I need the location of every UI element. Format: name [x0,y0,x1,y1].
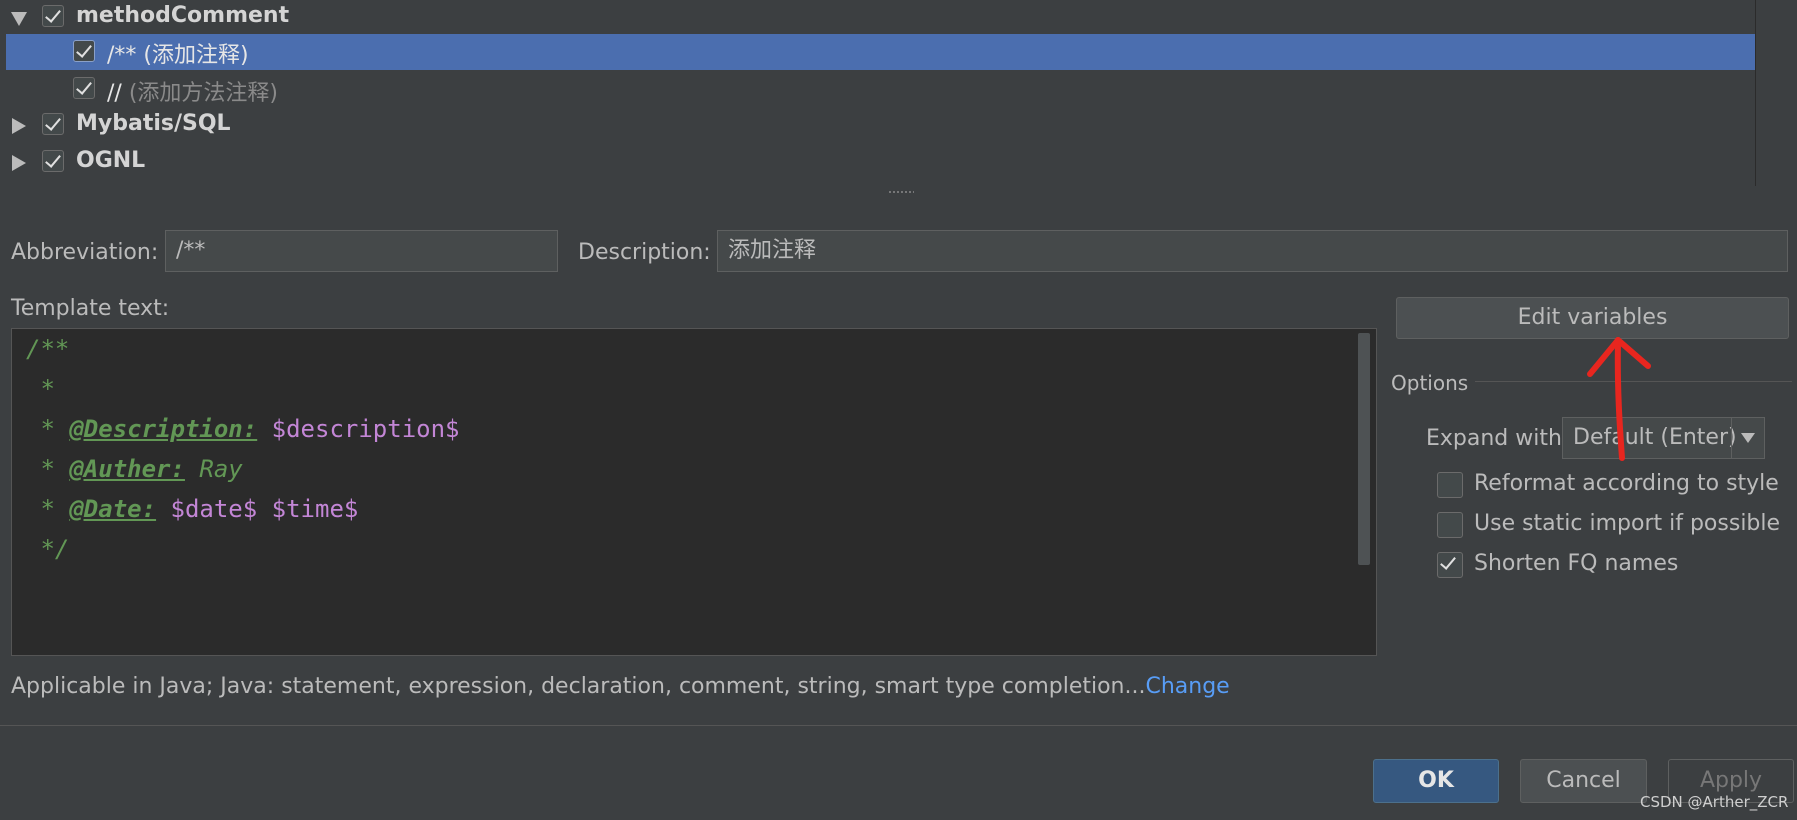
static-import-label: Use static import if possible [1474,511,1781,536]
tree-group-label: methodComment [76,3,290,28]
static-import-option[interactable]: Use static import if possible [1437,511,1797,541]
collapse-arrow-icon[interactable] [11,12,27,26]
abbreviation-label: Abbreviation: [11,240,159,265]
template-text-label: Template text: [11,296,170,321]
static-import-checkbox[interactable] [1437,512,1463,538]
tree-checkbox[interactable] [42,113,64,135]
applicable-context: Applicable in Java; Java: statement, exp… [11,674,1230,699]
tree-scrollbar[interactable] [1755,0,1797,186]
cancel-button[interactable]: Cancel [1520,759,1647,803]
code-line: /** [26,335,70,363]
tree-group-label: Mybatis/SQL [76,111,231,136]
tree-checkbox[interactable] [73,40,95,62]
tree-checkbox[interactable] [42,150,64,172]
tree-row-mybatis[interactable]: Mybatis/SQL [0,108,1755,144]
tree-row-template[interactable]: // (添加方法注释) [0,72,1755,108]
tree-template-abbrev: // [107,81,129,106]
tree-group-label: OGNL [76,148,146,173]
expand-arrow-icon[interactable] [12,155,26,171]
reformat-checkbox[interactable] [1437,472,1463,498]
dropdown-arrow-icon[interactable] [1731,417,1765,459]
description-label: Description: [578,240,711,265]
ok-button[interactable]: OK [1373,759,1499,803]
tree-row-methodComment[interactable]: methodComment [0,0,1755,36]
shorten-fq-label: Shorten FQ names [1474,551,1679,576]
tree-row-ognl[interactable]: OGNL [0,145,1755,181]
shorten-fq-checkbox[interactable] [1437,552,1463,578]
code-line: * [26,375,55,403]
expand-arrow-icon[interactable] [12,118,26,134]
abbreviation-input[interactable]: /** [165,230,558,272]
template-editor[interactable]: /** * * @Description: $description$ * @A… [11,328,1377,656]
tree-row-selected-template[interactable]: /** (添加注释) [6,34,1755,70]
reformat-option[interactable]: Reformat according to style [1437,471,1797,501]
options-title: Options [1391,371,1469,395]
template-tree[interactable]: methodComment /** (添加注释) // (添加方法注释) Myb… [0,0,1755,186]
applicable-text: Applicable in Java; Java: statement, exp… [11,674,1146,699]
footer-divider [0,725,1797,726]
shorten-fq-option[interactable]: Shorten FQ names [1437,551,1797,581]
change-link[interactable]: Change [1145,674,1229,699]
editor-scrollbar-thumb[interactable] [1358,333,1370,565]
code-line: * @Auther: Ray [26,455,243,483]
expand-with-label: Expand with [1426,426,1562,451]
code-line: * @Description: $description$ [26,415,460,443]
reformat-label: Reformat according to style [1474,471,1779,496]
annotation-arrow-icon [1587,337,1651,461]
code-line: * @Date: $date$ $time$ [26,495,359,523]
watermark: CSDN @Arther_ZCR [1640,793,1789,811]
tree-checkbox[interactable] [73,77,95,99]
tree-template-desc: (添加方法注释) [128,81,278,106]
description-input[interactable]: 添加注释 [717,230,1788,272]
code-line: */ [26,535,70,563]
tree-template-label: /** (添加注释) [107,43,249,68]
tree-checkbox[interactable] [42,5,64,27]
splitter-handle[interactable] [888,190,914,194]
